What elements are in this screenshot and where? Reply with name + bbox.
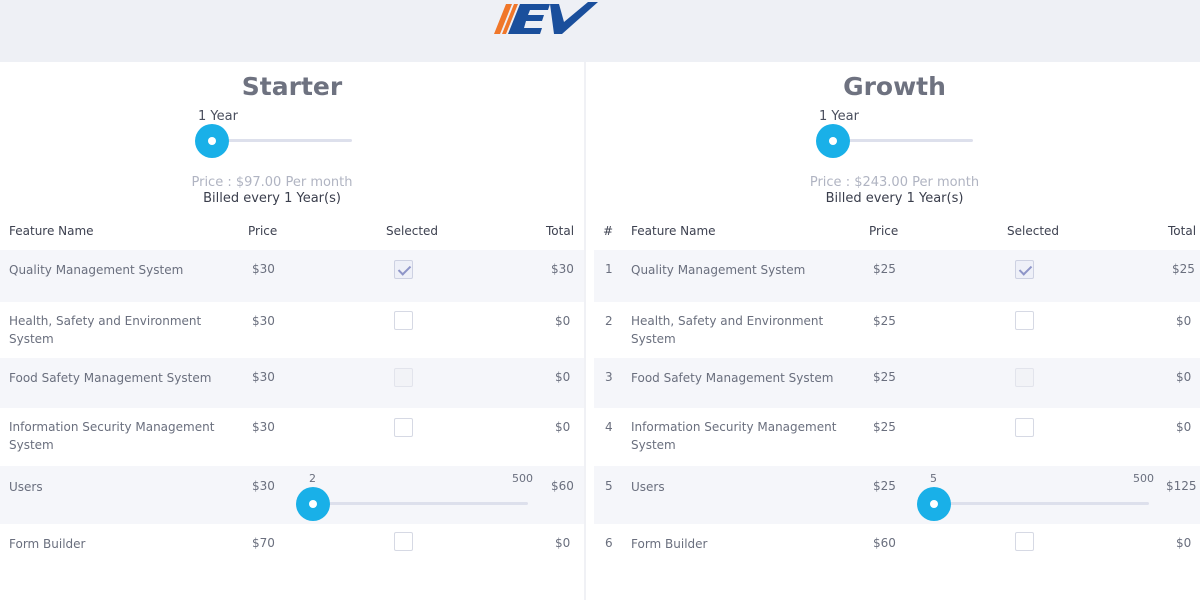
- growth-plan-panel: Growth 1 Year Price : $243.00 Per month …: [589, 62, 1200, 600]
- row-index: 3: [605, 370, 613, 384]
- column-header-total: Total: [546, 224, 575, 238]
- ev-logo: [494, 2, 598, 34]
- table-row: Users $30 2 500 $60: [0, 466, 584, 524]
- users-slider-value: 2: [309, 472, 316, 485]
- billing-period-label: 1 Year: [819, 109, 859, 124]
- feature-checkbox[interactable]: [1015, 532, 1034, 551]
- feature-total: $30: [551, 262, 574, 276]
- feature-price: $25: [873, 479, 896, 493]
- feature-name: Health, Safety and Environment System: [9, 314, 202, 346]
- feature-price: $25: [873, 262, 896, 276]
- feature-price: $30: [252, 370, 275, 384]
- billing-cycle-text: Billed every 1 Year(s): [203, 191, 341, 206]
- table-header: Feature Name Price Selected Total: [0, 224, 584, 248]
- feature-total: $0: [555, 314, 571, 328]
- feature-checkbox[interactable]: [1015, 311, 1034, 330]
- feature-name: Quality Management System: [631, 263, 806, 277]
- feature-checkbox[interactable]: [394, 311, 413, 330]
- feature-checkbox[interactable]: [394, 368, 413, 387]
- feature-total: $25: [1172, 262, 1195, 276]
- feature-total: $0: [1176, 314, 1192, 328]
- feature-name: Food Safety Management System: [9, 371, 212, 385]
- feature-name: Information Security Management System: [9, 420, 215, 452]
- column-header-feature: Feature Name: [9, 224, 94, 238]
- feature-name: Health, Safety and Environment System: [631, 314, 824, 346]
- feature-price: $30: [252, 314, 275, 328]
- table-row: 3 Food Safety Management System $25 $0: [594, 358, 1200, 408]
- feature-price: $70: [252, 536, 275, 550]
- feature-checkbox[interactable]: [1015, 368, 1034, 387]
- users-slider-handle[interactable]: [917, 487, 951, 521]
- column-header-selected: Selected: [1007, 224, 1060, 238]
- feature-checkbox[interactable]: [1015, 260, 1034, 279]
- starter-plan-panel: Starter 1 Year Price : $97.00 Per month …: [0, 62, 586, 600]
- table-row: 1 Quality Management System $25 $25: [594, 250, 1200, 302]
- feature-checkbox[interactable]: [1015, 418, 1034, 437]
- table-row: 6 Form Builder $60 $0: [594, 524, 1200, 576]
- plan-title: Growth: [843, 72, 946, 101]
- feature-checkbox[interactable]: [394, 418, 413, 437]
- row-index: 6: [605, 536, 613, 550]
- row-index: 2: [605, 314, 613, 328]
- billing-period-label: 1 Year: [198, 109, 238, 124]
- column-header-total: Total: [1168, 224, 1197, 238]
- feature-name: Quality Management System: [9, 263, 184, 277]
- billing-period-slider-handle[interactable]: [816, 124, 850, 158]
- feature-checkbox[interactable]: [394, 532, 413, 551]
- feature-name: Users: [631, 480, 665, 494]
- feature-total: $0: [555, 536, 571, 550]
- feature-price: $30: [252, 262, 275, 276]
- feature-total: $0: [1176, 420, 1192, 434]
- table-header: # Feature Name Price Selected Total: [589, 224, 1200, 248]
- users-slider-track[interactable]: [933, 502, 1149, 505]
- billing-period-slider-track[interactable]: [833, 139, 973, 142]
- row-index: 5: [605, 479, 613, 493]
- price-per-month: Price : $243.00 Per month: [809, 175, 980, 190]
- feature-checkbox[interactable]: [394, 260, 413, 279]
- feature-name: Form Builder: [9, 537, 86, 551]
- billing-cycle-text: Billed every 1 Year(s): [825, 191, 964, 206]
- table-row: 5 Users $25 5 500 $125: [594, 466, 1200, 524]
- column-header-index: #: [603, 224, 614, 238]
- table-row: 2 Health, Safety and Environment System …: [594, 302, 1200, 358]
- feature-price: $25: [873, 370, 896, 384]
- feature-price: $25: [873, 420, 896, 434]
- table-row: 4 Information Security Management System…: [594, 408, 1200, 466]
- column-header-feature: Feature Name: [631, 224, 716, 238]
- feature-price: $30: [252, 420, 275, 434]
- table-row: Quality Management System $30 $30: [0, 250, 584, 302]
- feature-price: $30: [252, 479, 275, 493]
- feature-price: $60: [873, 536, 896, 550]
- feature-total: $60: [551, 479, 574, 493]
- feature-total: $0: [1176, 536, 1192, 550]
- table-row: Form Builder $70 $0: [0, 524, 584, 576]
- plan-title: Starter: [241, 72, 343, 101]
- row-index: 1: [605, 262, 613, 276]
- users-slider-track[interactable]: [312, 502, 528, 505]
- row-index: 4: [605, 420, 613, 434]
- feature-price: $25: [873, 314, 896, 328]
- column-header-selected: Selected: [386, 224, 439, 238]
- users-slider-max: 500: [512, 472, 533, 485]
- feature-total: $0: [555, 370, 571, 384]
- users-slider-handle[interactable]: [296, 487, 330, 521]
- feature-name: Form Builder: [631, 537, 708, 551]
- billing-period-slider-track[interactable]: [212, 139, 352, 142]
- column-header-price: Price: [248, 224, 278, 238]
- feature-name: Food Safety Management System: [631, 371, 834, 385]
- feature-total: $0: [1176, 370, 1192, 384]
- table-row: Health, Safety and Environment System $3…: [0, 302, 584, 358]
- header-bar: [0, 0, 1200, 62]
- table-row: Information Security Management System $…: [0, 408, 584, 466]
- billing-period-slider-handle[interactable]: [195, 124, 229, 158]
- price-per-month: Price : $97.00 Per month: [191, 175, 353, 190]
- feature-total: $125: [1166, 479, 1197, 493]
- feature-name: Users: [9, 480, 43, 494]
- feature-total: $0: [555, 420, 571, 434]
- users-slider-value: 5: [930, 472, 937, 485]
- column-header-price: Price: [869, 224, 899, 238]
- users-slider-max: 500: [1133, 472, 1154, 485]
- table-row: Food Safety Management System $30 $0: [0, 358, 584, 408]
- feature-name: Information Security Management System: [631, 420, 837, 452]
